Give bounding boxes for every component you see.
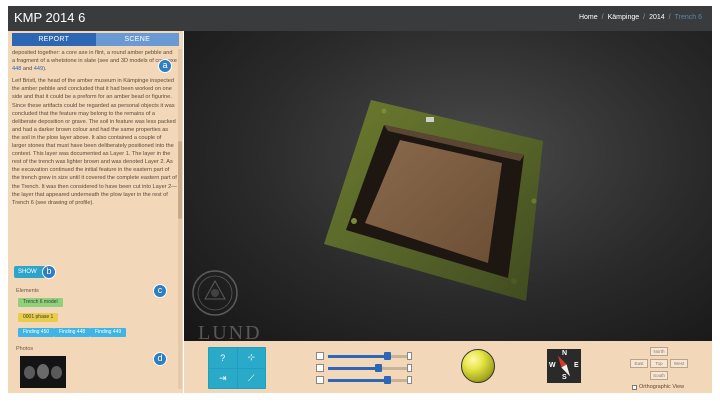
slider-fill: [328, 355, 387, 358]
report-text-run: and: [21, 66, 34, 73]
view-north-button[interactable]: North: [650, 347, 668, 356]
slider-row-2[interactable]: [316, 364, 412, 372]
light-direction-sphere[interactable]: [461, 349, 495, 383]
scale-marker: [426, 117, 434, 122]
element-chip-finding[interactable]: Finding 450: [18, 328, 55, 337]
slider-knob[interactable]: [383, 376, 391, 384]
grass-texture: [381, 108, 387, 114]
photo-artifact: [51, 366, 62, 379]
report-scrollbar-thumb[interactable]: [178, 141, 182, 219]
compass-letter-w: W: [549, 362, 556, 369]
element-chip-model[interactable]: Trench 6 model: [18, 298, 63, 307]
grass-texture: [511, 278, 517, 284]
breadcrumb-current: Trench 6: [674, 14, 702, 21]
annotation-c: c: [153, 284, 167, 298]
breadcrumb-separator: /: [643, 14, 646, 21]
breadcrumb-year[interactable]: 2014: [649, 14, 665, 21]
page-title: KMP 2014 6: [14, 10, 86, 25]
3d-viewport[interactable]: [184, 31, 712, 341]
enter-tool-button[interactable]: ⇥: [209, 368, 237, 388]
compass-letter-e: E: [574, 362, 579, 369]
annotation-b: b: [42, 265, 56, 279]
breadcrumb-separator: /: [668, 14, 671, 21]
tab-scene[interactable]: SCENE: [95, 33, 179, 46]
left-panel: REPORT SCENE deposited together: a core …: [8, 31, 183, 393]
slider-fill: [328, 367, 379, 370]
slider-knob[interactable]: [383, 352, 391, 360]
view-south-button[interactable]: South: [650, 371, 668, 380]
trench-3d-model[interactable]: [184, 31, 712, 341]
photo-artifact: [24, 366, 35, 379]
compass-letter-s: S: [562, 374, 567, 381]
photos-label: Photos: [16, 346, 34, 352]
view-nav-buttons: North East Top West South: [630, 345, 692, 385]
slider-icon: [316, 376, 324, 384]
slider-end: [407, 376, 412, 384]
photo-thumbnail[interactable]: [20, 356, 66, 388]
report-scrollbar-track[interactable]: [178, 49, 182, 389]
orthographic-checkbox[interactable]: [632, 384, 637, 390]
grass-texture: [531, 198, 537, 204]
panel-tabs: REPORT SCENE: [12, 33, 179, 46]
orthographic-toggle[interactable]: Orthographic View: [632, 384, 684, 390]
link-model-449[interactable]: 449: [34, 66, 43, 72]
slider-row-1[interactable]: [316, 352, 412, 360]
view-west-button[interactable]: West: [670, 359, 688, 368]
annotation-a: a: [158, 59, 172, 73]
link-model-448[interactable]: 448: [12, 66, 21, 72]
element-chip-finding[interactable]: Finding 449: [90, 328, 127, 337]
view-top-button[interactable]: Top: [650, 359, 668, 368]
slider-knob[interactable]: [375, 364, 383, 372]
app-root: KMP 2014 6 Home / Kämpinge / 2014 / Tren…: [0, 0, 720, 406]
view-east-button[interactable]: East: [630, 359, 648, 368]
breadcrumb-site[interactable]: Kämpinge: [608, 14, 640, 21]
light-sliders: [316, 350, 412, 386]
slider-end: [407, 352, 412, 360]
report-text-run: ).: [43, 66, 47, 73]
slider-fill: [328, 379, 387, 382]
elements-label: Elements: [16, 288, 39, 294]
report-paragraph-2: Leif Bristl, the head of the amber museu…: [12, 78, 177, 206]
pan-tool-button[interactable]: ⊹: [237, 348, 265, 368]
element-chip-phase[interactable]: 0001 phase 1: [18, 313, 59, 322]
photo-artifact: [37, 364, 49, 379]
compass-icon[interactable]: N S E W: [547, 349, 581, 383]
slider-end: [407, 364, 412, 372]
annotation-d: d: [153, 352, 167, 366]
report-text: deposited together: a core axe in flint,…: [12, 49, 177, 279]
help-tool-button[interactable]: ?: [209, 348, 237, 368]
tool-grid: ? ⊹ ⇥ ⟋: [208, 347, 266, 389]
slider-icon: [316, 352, 324, 360]
slider-row-3[interactable]: [316, 376, 412, 384]
slider-icon: [316, 364, 324, 372]
measure-tool-button[interactable]: ⟋: [237, 368, 265, 388]
element-chip-finding[interactable]: Finding 448: [54, 328, 91, 337]
breadcrumb-separator: /: [601, 14, 604, 21]
orthographic-label: Orthographic View: [639, 384, 685, 390]
grass-texture: [351, 218, 357, 224]
header-bar: KMP 2014 6 Home / Kämpinge / 2014 / Tren…: [8, 6, 712, 31]
university-seal-logo: [192, 270, 238, 316]
report-paragraph-1: deposited together: a core axe in flint,…: [12, 49, 177, 73]
compass-letter-n: N: [562, 350, 568, 357]
breadcrumb-home[interactable]: Home: [579, 14, 598, 21]
breadcrumb: Home / Kämpinge / 2014 / Trench 6: [579, 14, 702, 21]
tab-report[interactable]: REPORT: [12, 33, 96, 46]
